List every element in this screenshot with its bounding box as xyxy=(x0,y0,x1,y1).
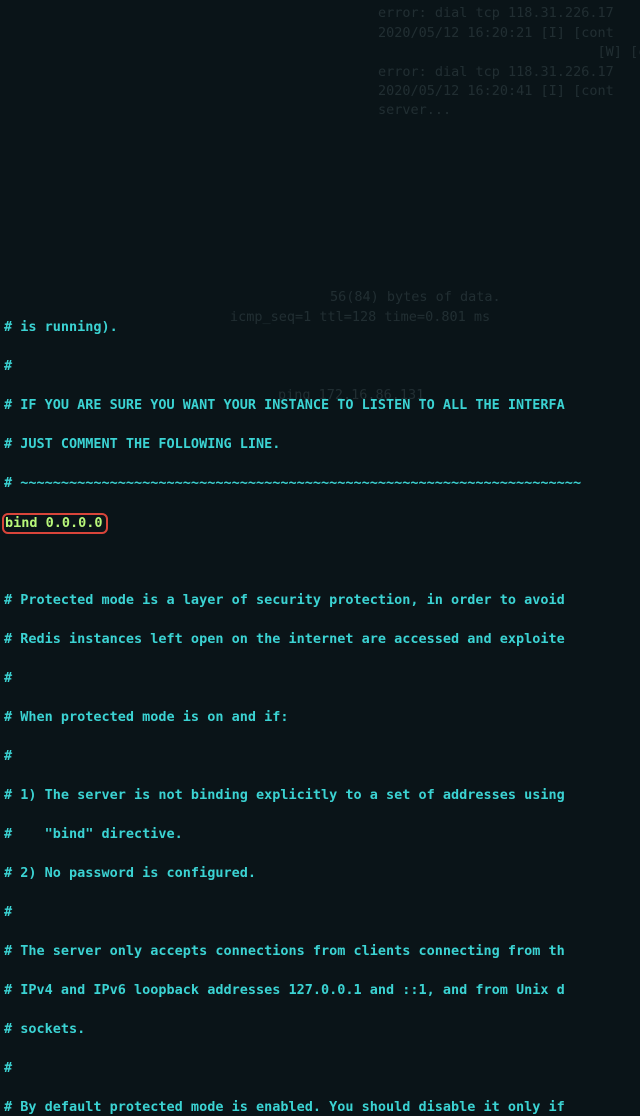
ghost-log: 2020/05/12 16:20:21 [I] [cont xyxy=(378,24,614,44)
config-comment: # Protected mode is a layer of security … xyxy=(4,591,636,611)
config-comment: # sockets. xyxy=(4,1020,636,1040)
config-comment: # ~~~~~~~~~~~~~~~~~~~~~~~~~~~~~~~~~~~~~~… xyxy=(4,474,636,494)
config-comment: # xyxy=(4,747,636,767)
config-comment: # The server only accepts connections fr… xyxy=(4,942,636,962)
config-comment: # xyxy=(4,669,636,689)
config-comment: # xyxy=(4,1059,636,1079)
blank-line xyxy=(4,552,636,572)
ghost-log: 2020/05/12 16:20:41 [I] [cont xyxy=(378,82,614,102)
ghost-log: 56(84) bytes of data. xyxy=(330,288,501,308)
config-comment: # xyxy=(4,903,636,923)
config-comment: # Redis instances left open on the inter… xyxy=(4,630,636,650)
ghost-log: [W] [cont xyxy=(378,43,640,63)
highlight-box: bind 0.0.0.0 xyxy=(2,513,108,534)
config-comment: # 1) The server is not binding explicitl… xyxy=(4,786,636,806)
config-comment: # By default protected mode is enabled. … xyxy=(4,1098,636,1116)
config-comment: # 2) No password is configured. xyxy=(4,864,636,884)
config-comment: # When protected mode is on and if: xyxy=(4,708,636,728)
config-comment: # is running). xyxy=(4,318,636,338)
ghost-log: error: dial tcp 118.31.226.17 xyxy=(378,63,614,83)
config-comment: # IPv4 and IPv6 loopback addresses 127.0… xyxy=(4,981,636,1001)
config-comment: # IF YOU ARE SURE YOU WANT YOUR INSTANCE… xyxy=(4,396,636,416)
config-comment: # JUST COMMENT THE FOLLOWING LINE. xyxy=(4,435,636,455)
config-directive-bind: bind 0.0.0.0 xyxy=(4,513,636,533)
config-comment: # xyxy=(4,357,636,377)
ghost-log: error: dial tcp 118.31.226.17 xyxy=(378,4,614,24)
config-comment: # "bind" directive. xyxy=(4,825,636,845)
ghost-log: server... xyxy=(378,101,451,121)
